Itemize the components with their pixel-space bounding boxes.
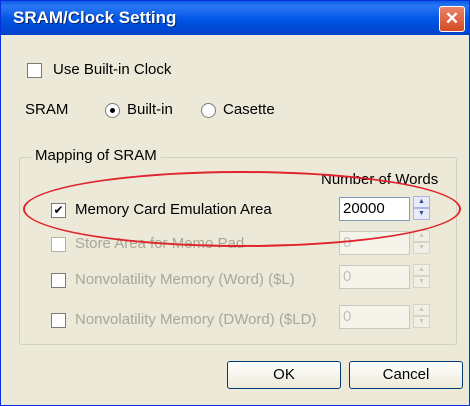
spin-up-icon[interactable]: ▲ [413, 264, 430, 276]
memo-pad-label: Store Area for Memo Pad [75, 235, 245, 252]
spin-up-icon[interactable]: ▲ [413, 196, 430, 208]
memory-card-emulation-checkbox[interactable] [51, 203, 66, 218]
number-of-words-header: Number of Words [321, 171, 439, 188]
spin-down-icon[interactable]: ▼ [413, 276, 430, 288]
memory-card-words-input[interactable]: 20000 [339, 197, 410, 221]
nonvolatile-word-input[interactable]: 0 [339, 265, 410, 289]
sram-builtin-label: Built-in [127, 101, 173, 118]
nonvolatile-dword-input[interactable]: 0 [339, 305, 410, 329]
spin-down-icon[interactable]: ▼ [413, 242, 430, 254]
memory-card-words-spinner[interactable]: ▲ ▼ [413, 196, 430, 220]
nonvolatile-dword-label: Nonvolatility Memory (DWord) ($LD) [75, 311, 317, 328]
title-bar[interactable]: SRAM/Clock Setting ✕ [1, 1, 469, 35]
sram-casette-label: Casette [223, 101, 275, 118]
nonvolatile-word-label: Nonvolatility Memory (Word) ($L) [75, 271, 295, 288]
memo-pad-checkbox[interactable] [51, 237, 66, 252]
dialog-window: SRAM/Clock Setting ✕ Use Built-in Clock … [0, 0, 470, 406]
spin-down-icon[interactable]: ▼ [413, 316, 430, 328]
nonvolatile-dword-checkbox[interactable] [51, 313, 66, 328]
memo-pad-words-input[interactable]: 0 [339, 231, 410, 255]
builtin-clock-label: Use Built-in Clock [53, 61, 172, 78]
nonvolatile-dword-spinner[interactable]: ▲ ▼ [413, 304, 430, 328]
cancel-button[interactable]: Cancel [349, 361, 463, 389]
spin-down-icon[interactable]: ▼ [413, 208, 430, 220]
nonvolatile-word-spinner[interactable]: ▲ ▼ [413, 264, 430, 288]
close-button[interactable]: ✕ [439, 6, 465, 32]
memory-card-emulation-label: Memory Card Emulation Area [75, 201, 272, 218]
spin-up-icon[interactable]: ▲ [413, 304, 430, 316]
memo-pad-words-spinner[interactable]: ▲ ▼ [413, 230, 430, 254]
nonvolatile-word-checkbox[interactable] [51, 273, 66, 288]
ok-button[interactable]: OK [227, 361, 341, 389]
sram-label: SRAM [25, 101, 69, 118]
group-title: Mapping of SRAM [31, 147, 161, 164]
dialog-title: SRAM/Clock Setting [13, 8, 177, 27]
sram-casette-radio[interactable] [201, 103, 216, 118]
spin-up-icon[interactable]: ▲ [413, 230, 430, 242]
close-icon: ✕ [444, 9, 460, 28]
sram-builtin-radio[interactable] [105, 103, 120, 118]
builtin-clock-checkbox[interactable] [27, 63, 42, 78]
